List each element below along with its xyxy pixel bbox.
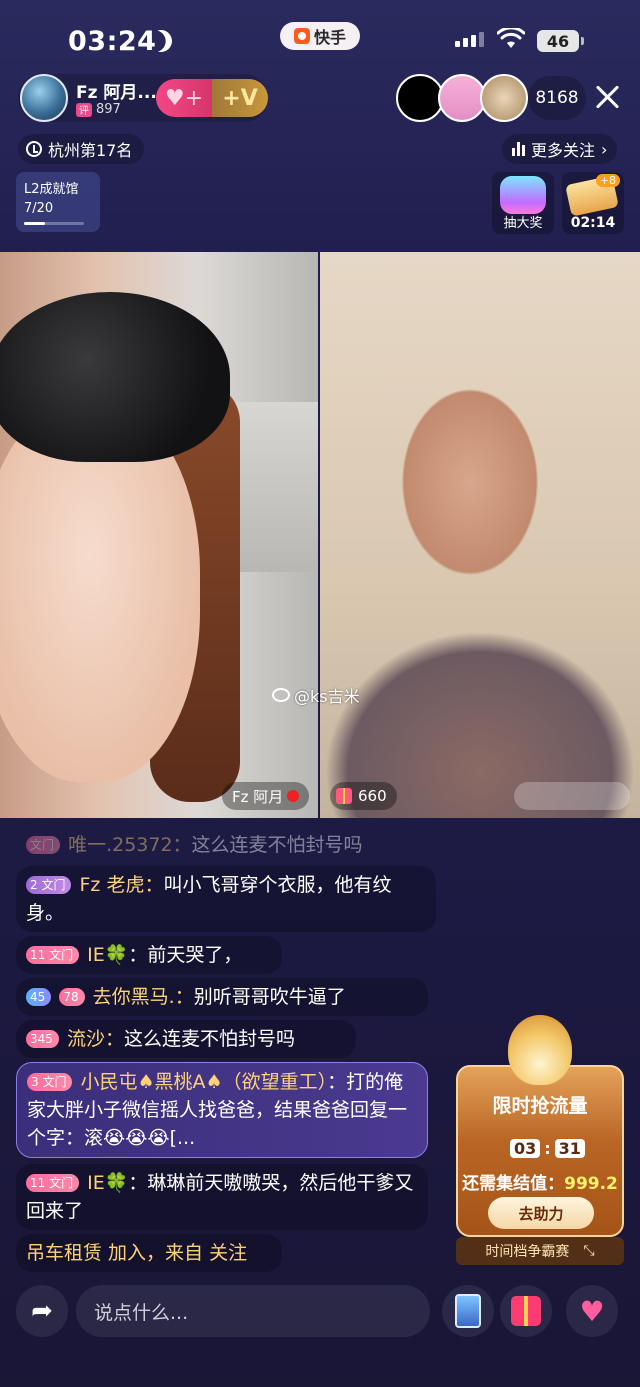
guest-gift-value: 660 bbox=[358, 787, 387, 805]
viewer-count[interactable]: 8168 bbox=[528, 76, 586, 120]
comment-input[interactable]: 说点什么... bbox=[76, 1285, 430, 1337]
clover-icon: 🍀 bbox=[104, 944, 129, 966]
watermark-text: @ks吉米 bbox=[294, 687, 360, 706]
promo-need: 还需集结值：999.2 bbox=[462, 1174, 618, 1194]
flame-icon bbox=[508, 1015, 572, 1085]
chat-message[interactable]: 2 文门 Fz 老虎：叫小飞哥穿个衣服，他有纹身。 bbox=[16, 866, 436, 932]
fan-badge: 11 文门 bbox=[26, 1174, 80, 1192]
more-follow-label: 更多关注 bbox=[531, 141, 596, 160]
battery-indicator: 46 bbox=[537, 30, 584, 52]
achievement-title: L2成就馆 bbox=[24, 182, 79, 197]
achievement-progress-text: 7/20 bbox=[24, 201, 54, 216]
gift-icon bbox=[336, 788, 352, 804]
viewer-avatar[interactable] bbox=[438, 74, 486, 122]
app-pill[interactable]: 快手 bbox=[280, 22, 360, 50]
gift-button[interactable] bbox=[500, 1285, 552, 1337]
host-video-name: Fz 阿月 bbox=[232, 787, 284, 806]
promo-title: 限时抢流量 bbox=[492, 1095, 588, 1117]
chevron-right-icon: › bbox=[601, 139, 608, 159]
clock-time: 03:24 bbox=[68, 26, 157, 57]
follow-group: ♥+ +V bbox=[156, 79, 268, 117]
wifi-icon bbox=[497, 28, 525, 48]
host-video-tag[interactable]: Fz 阿月 bbox=[222, 782, 310, 810]
chat-message-highlighted[interactable]: 3 文门 小民屯♠黑桃A♠（欲望重工）：打的俺家大胖小子微信摇人找爸爸，结果爸爸… bbox=[16, 1062, 428, 1158]
chat-card-button[interactable] bbox=[442, 1285, 494, 1337]
fan-badge: 11 文门 bbox=[26, 946, 80, 964]
gift-box-icon bbox=[511, 1296, 541, 1326]
status-bar: 03:24 快手 46 bbox=[0, 0, 640, 80]
bar-chart-icon bbox=[512, 142, 525, 156]
join-notice: 吊车租赁 加入，来自 关注 bbox=[16, 1234, 282, 1272]
chest-timer: 02:14 bbox=[570, 215, 616, 231]
host-name: Fz 阿月... bbox=[76, 83, 157, 103]
chat-message[interactable]: 文门 唯一.25372：这么连麦不怕封号吗 bbox=[16, 826, 428, 864]
viewer-avatar[interactable] bbox=[396, 74, 444, 122]
cellular-signal-icon bbox=[455, 32, 484, 47]
card-icon bbox=[455, 1294, 481, 1328]
weibo-watermark: @ks吉米 bbox=[272, 683, 360, 707]
city-rank-label: 杭州第17名 bbox=[48, 141, 133, 160]
collapse-icon[interactable]: ⤡ bbox=[583, 1243, 594, 1259]
clock-icon bbox=[26, 141, 42, 157]
share-button[interactable]: ➦ bbox=[16, 1285, 68, 1337]
chest-plus-badge: +8 bbox=[595, 174, 620, 187]
chat-message[interactable]: 11 文门 IE🍀：琳琳前天嗷嗷哭，然后他干爹又回来了 bbox=[16, 1164, 428, 1230]
promo-footer[interactable]: 时间档争霸赛 ⤡ bbox=[456, 1237, 624, 1265]
fan-badge: 3 文门 bbox=[27, 1073, 73, 1091]
host-avatar[interactable] bbox=[20, 74, 68, 122]
guest-video[interactable] bbox=[320, 252, 640, 818]
clover-icon: 🍀 bbox=[104, 1172, 129, 1194]
fan-badge: 文门 bbox=[26, 836, 61, 854]
vip-join-button[interactable]: +V bbox=[212, 86, 268, 111]
share-arrow-icon: ➦ bbox=[31, 1296, 53, 1326]
fan-badge: 345 bbox=[26, 1030, 59, 1048]
lottery-button[interactable]: 抽大奖 bbox=[492, 172, 554, 234]
weibo-icon bbox=[272, 688, 290, 702]
lottery-label: 抽大奖 bbox=[503, 216, 543, 231]
promo-card: 限时抢流量 03:31 还需集结值：999.2 去助力 bbox=[456, 1065, 624, 1237]
host-fans: 评 897 bbox=[76, 102, 121, 117]
guest-gift-count[interactable]: 660 bbox=[330, 782, 397, 810]
app-pill-label: 快手 bbox=[313, 28, 346, 47]
loading-indicator bbox=[514, 782, 630, 810]
more-follow-button[interactable]: 更多关注 › bbox=[502, 134, 618, 164]
promo-timer: 03:31 bbox=[510, 1139, 585, 1158]
achievement-progress-bar bbox=[24, 222, 84, 225]
fan-badge-icon: 评 bbox=[76, 102, 92, 117]
chat-message[interactable]: 45 78 去你黑马.：别听哥哥吹牛逼了 bbox=[16, 978, 428, 1016]
close-icon[interactable] bbox=[592, 82, 622, 112]
fan-badge: 78 bbox=[59, 988, 85, 1006]
chat-message[interactable]: 345 流沙：这么连麦不怕封号吗 bbox=[16, 1020, 356, 1058]
traffic-promo-widget[interactable]: 限时抢流量 03:31 还需集结值：999.2 去助力 bbox=[456, 1015, 624, 1237]
diamond-badge: 45 bbox=[26, 988, 52, 1006]
host-headwear bbox=[0, 292, 230, 462]
kuaishou-logo-icon bbox=[293, 28, 310, 44]
viewer-avatar[interactable] bbox=[480, 74, 528, 122]
top-viewers[interactable] bbox=[396, 74, 528, 122]
host-video[interactable] bbox=[0, 252, 318, 818]
achievement-panel[interactable]: L2成就馆 7/20 bbox=[16, 172, 100, 232]
lottery-bag-icon bbox=[500, 176, 546, 214]
fan-badge: 2 文门 bbox=[26, 876, 72, 894]
cherry-icon bbox=[287, 790, 300, 802]
host-fans-count: 897 bbox=[96, 102, 121, 117]
promo-help-button[interactable]: 去助力 bbox=[488, 1197, 594, 1229]
heart-plus-icon: ♥ bbox=[579, 1294, 605, 1328]
like-button[interactable]: ♥ bbox=[566, 1285, 618, 1337]
city-rank[interactable]: 杭州第17名 bbox=[18, 134, 145, 164]
chest-button[interactable]: +8 02:14 bbox=[562, 172, 624, 234]
follow-heart-button[interactable]: ♥+ bbox=[156, 86, 212, 111]
chat-message[interactable]: 11 文门 IE🍀：前天哭了， bbox=[16, 936, 282, 974]
